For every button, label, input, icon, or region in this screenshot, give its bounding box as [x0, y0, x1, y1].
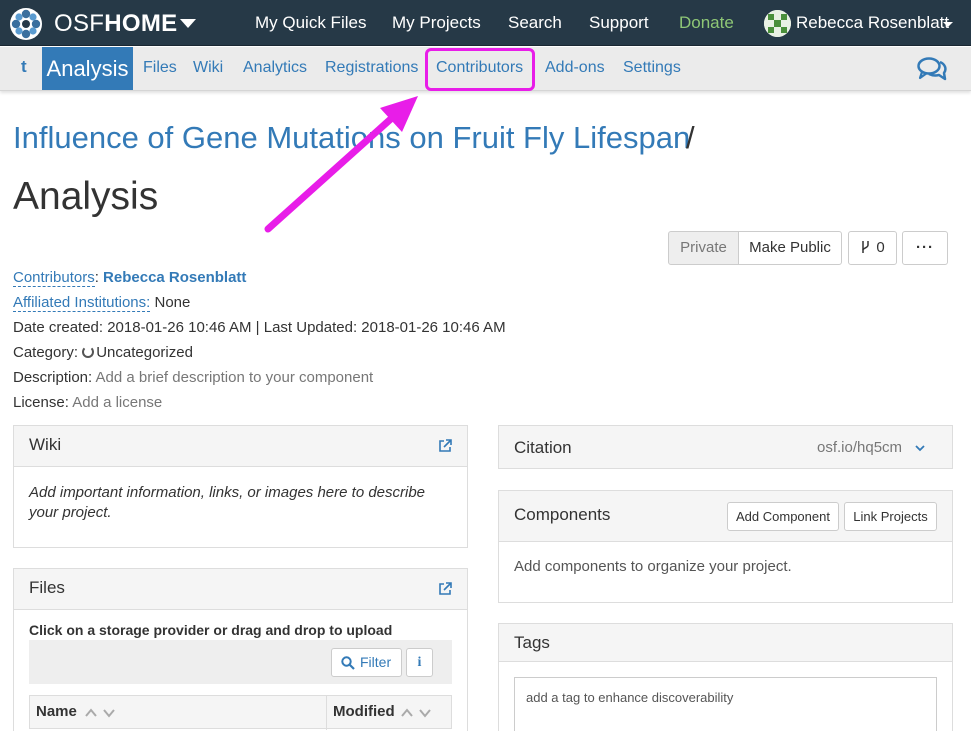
top-navbar: OSFHOME My Quick Files My Projects Searc…: [0, 0, 971, 46]
fork-count: 0: [876, 239, 885, 256]
osf-logo-icon[interactable]: [9, 7, 43, 41]
files-panel: Files Click on a storage provider or dra…: [13, 568, 468, 731]
column-modified-header[interactable]: Modified: [333, 703, 395, 720]
contributors-line: Contributors: Rebecca Rosenblatt: [13, 269, 247, 287]
wiki-panel-header: Wiki: [14, 426, 467, 467]
sort-arrows-icon[interactable]: [84, 706, 118, 718]
institutions-line: Affiliated Institutions: None: [13, 294, 191, 312]
license-line: License: Add a license: [13, 394, 162, 411]
parent-project-title[interactable]: Influence of Gene Mutations on Fruit Fly…: [13, 120, 690, 156]
tags-panel-header: Tags: [499, 624, 952, 662]
brand-caret-down-icon[interactable]: [180, 19, 196, 28]
external-link-icon[interactable]: [438, 582, 452, 596]
subnav-item-registrations[interactable]: Registrations: [325, 59, 418, 77]
column-divider: [326, 696, 327, 730]
nav-search[interactable]: Search: [508, 13, 562, 33]
tags-panel-title: Tags: [514, 633, 550, 652]
components-panel-header: Components Add Component Link Projects: [499, 491, 952, 542]
filter-button[interactable]: Filter: [331, 648, 402, 677]
fork-button[interactable]: 0: [848, 231, 897, 265]
citation-link[interactable]: osf.io/hq5cm: [817, 439, 902, 456]
description-line: Description: Add a brief description to …: [13, 369, 373, 386]
wiki-panel-title: Wiki: [29, 435, 62, 454]
nav-my-projects[interactable]: My Projects: [392, 13, 481, 33]
category-value[interactable]: Uncategorized: [96, 344, 193, 361]
comments-icon[interactable]: [917, 56, 947, 82]
external-link-icon[interactable]: [438, 439, 452, 453]
components-panel-title: Components: [514, 505, 611, 524]
brand-bold: HOME: [104, 10, 178, 37]
subnav-item-settings[interactable]: Settings: [623, 59, 681, 77]
add-component-button[interactable]: Add Component: [727, 502, 839, 531]
tags-panel: Tags add a tag to enhance discoverabilit…: [498, 623, 953, 731]
description-label: Description:: [13, 369, 93, 386]
more-options-button[interactable]: ···: [902, 231, 948, 265]
avatar[interactable]: [764, 10, 791, 37]
institutions-label[interactable]: Affiliated Institutions:: [13, 294, 151, 312]
tag-input[interactable]: add a tag to enhance discoverability: [514, 677, 937, 731]
files-panel-title: Files: [29, 578, 65, 597]
files-table-header: Name Modified: [29, 695, 452, 730]
user-caret-down-icon[interactable]: [943, 22, 953, 27]
dates-line: Date created: 2018-01-26 10:46 AM | Last…: [13, 319, 506, 336]
private-button[interactable]: Private: [668, 231, 739, 265]
citation-panel[interactable]: Citation osf.io/hq5cm: [498, 425, 953, 469]
user-menu-name[interactable]: Rebecca Rosenblatt: [796, 13, 949, 33]
components-placeholder-text: Add components to organize your project.: [514, 558, 792, 575]
nav-my-quick-files[interactable]: My Quick Files: [255, 13, 366, 33]
description-value[interactable]: Add a brief description to your componen…: [96, 369, 374, 386]
subnav-item-files[interactable]: Files: [143, 59, 177, 77]
subnav-item-analytics[interactable]: Analytics: [243, 59, 307, 77]
column-name-header[interactable]: Name: [36, 703, 77, 720]
make-public-button[interactable]: Make Public: [738, 231, 842, 265]
brand-light: OSF: [54, 10, 105, 37]
files-panel-header: Files: [14, 569, 467, 610]
title-separator: /: [686, 120, 695, 155]
category-loading-icon: [82, 346, 95, 358]
license-label: License:: [13, 394, 69, 411]
category-line: Category: Uncategorized: [13, 344, 193, 361]
filter-label: Filter: [360, 654, 392, 670]
nav-donate[interactable]: Donate: [679, 13, 734, 33]
link-projects-button[interactable]: Link Projects: [844, 502, 937, 531]
wiki-panel: Wiki Add important information, links, o…: [13, 425, 468, 548]
files-upload-instructions: Click on a storage provider or drag and …: [29, 622, 393, 638]
avatar-pattern-icon: [764, 10, 791, 37]
citation-panel-header[interactable]: Citation osf.io/hq5cm: [499, 426, 952, 468]
citation-panel-title: Citation: [514, 438, 572, 457]
fork-icon: [862, 241, 870, 253]
subnav-item-add-ons[interactable]: Add-ons: [545, 59, 605, 77]
subnav-current-component[interactable]: Analysis: [42, 47, 133, 90]
institutions-value: None: [154, 294, 191, 311]
category-label: Category:: [13, 344, 79, 361]
license-value[interactable]: Add a license: [72, 394, 162, 411]
components-panel: Components Add Component Link Projects A…: [498, 490, 953, 603]
contributor-link[interactable]: Rebecca Rosenblatt: [103, 269, 246, 286]
contributors-highlight-box: [425, 48, 535, 91]
contributors-label[interactable]: Contributors: [13, 269, 95, 287]
chevron-down-icon[interactable]: [915, 445, 925, 452]
subnav-item-wiki[interactable]: Wiki: [193, 59, 223, 77]
search-icon: [341, 656, 355, 670]
brand-osf-home[interactable]: OSFHOME: [54, 10, 177, 38]
nav-support[interactable]: Support: [589, 13, 649, 33]
wiki-placeholder-text: Add important information, links, or ima…: [29, 484, 426, 521]
files-toolbar: Filter i: [29, 640, 452, 684]
info-button[interactable]: i: [406, 648, 433, 677]
page-title: Analysis: [13, 175, 159, 218]
sort-arrows-icon[interactable]: [400, 706, 434, 718]
subnav-parent-link[interactable]: t: [21, 57, 27, 77]
